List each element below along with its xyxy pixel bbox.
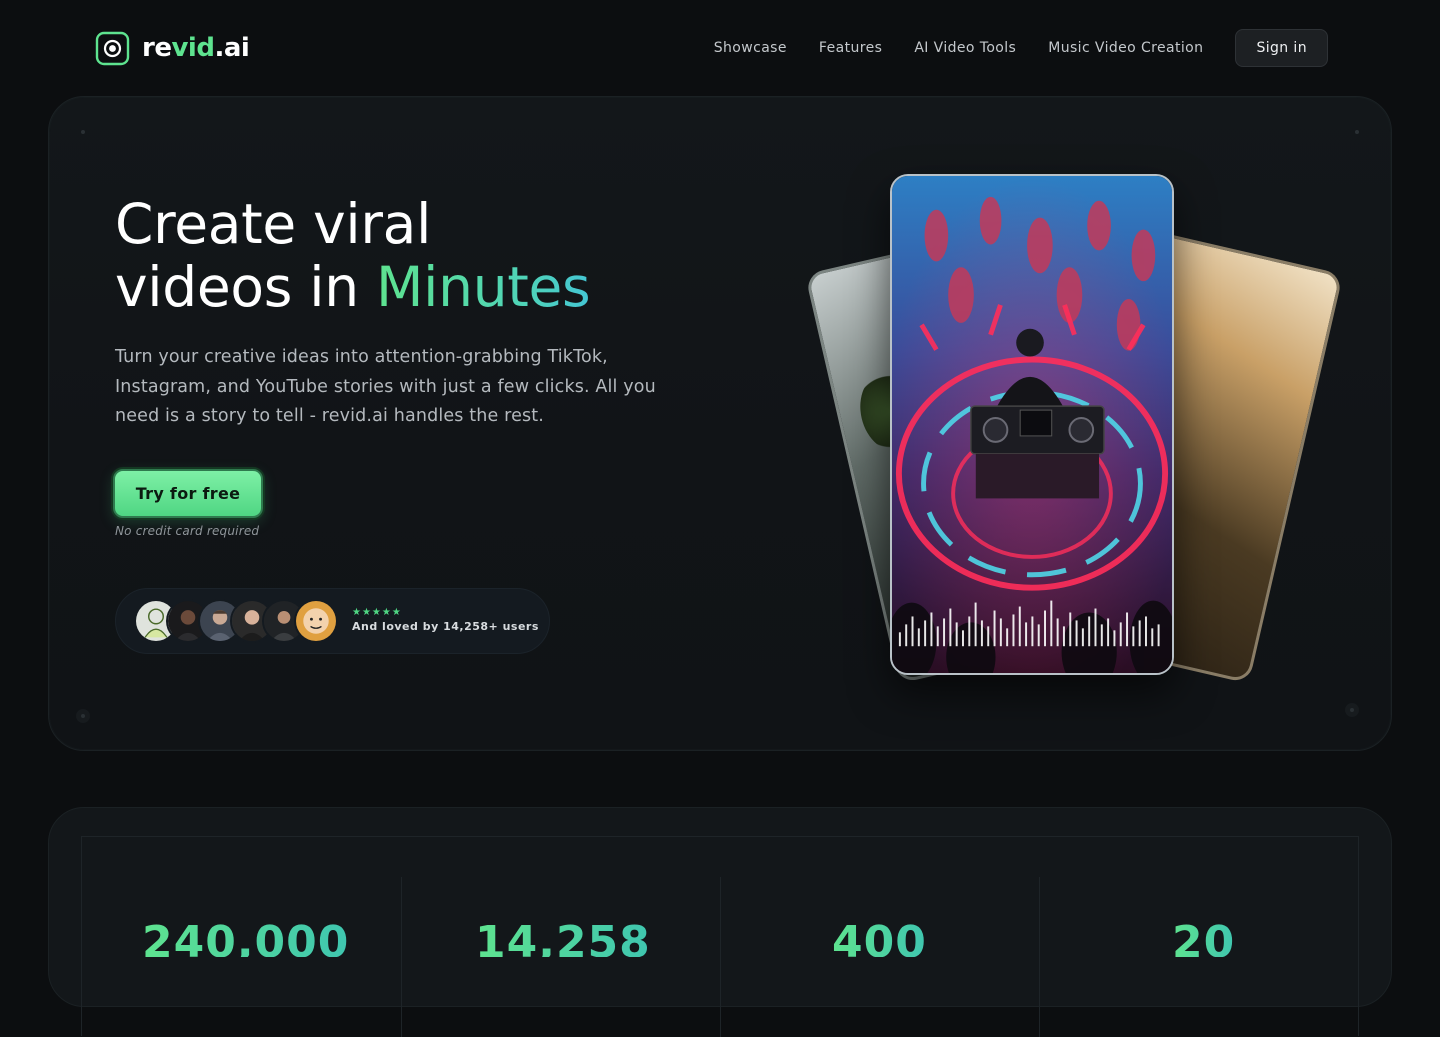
- corner-dot: [1355, 130, 1359, 134]
- nav-links: Showcase Features AI Video Tools Music V…: [714, 29, 1328, 67]
- stat-value: 240,000: [142, 917, 350, 968]
- dj-performance-image: [892, 176, 1172, 673]
- nav-features[interactable]: Features: [819, 40, 882, 56]
- stat-value: 20: [1172, 917, 1236, 968]
- corner-dot: [1345, 703, 1359, 717]
- corner-dot: [81, 130, 85, 134]
- hero-headline: Create viral videos in Minutes: [115, 193, 675, 319]
- stats-section: 240,000 14,258 400 20: [48, 807, 1392, 1037]
- headline-line-2-prefix: videos in: [115, 255, 376, 319]
- sign-in-button[interactable]: Sign in: [1235, 29, 1328, 67]
- stats-divider: [401, 877, 402, 1037]
- hero-card: Create viral videos in Minutes Turn your…: [48, 96, 1392, 751]
- nav-music-video-creation[interactable]: Music Video Creation: [1048, 40, 1203, 56]
- video-preview-card-dj[interactable]: [890, 174, 1174, 675]
- rating-stars: ★★★★★: [352, 607, 402, 618]
- hero-description: Turn your creative ideas into attention-…: [115, 347, 656, 426]
- logo-link[interactable]: revid.ai: [95, 30, 250, 66]
- avatar: [294, 599, 338, 643]
- stats-divider: [1039, 877, 1040, 1037]
- top-navigation: revid.ai Showcase Features AI Video Tool…: [0, 0, 1440, 96]
- corner-dot: [76, 709, 90, 723]
- stats-grid: 240,000 14,258 400 20: [81, 836, 1359, 1037]
- logo-camera-icon: [95, 31, 130, 65]
- nav-ai-video-tools[interactable]: AI Video Tools: [914, 40, 1016, 56]
- headline-accent-word: Minutes: [376, 255, 591, 319]
- user-count-text: And loved by 14,258+ users: [352, 620, 539, 633]
- stats-divider: [720, 877, 721, 1037]
- stat-value: 400: [832, 917, 927, 968]
- nav-showcase[interactable]: Showcase: [714, 40, 787, 56]
- stat-value: 14,258: [475, 917, 651, 968]
- no-credit-card-note: No credit card required: [115, 524, 260, 538]
- headline-line-1: Create viral: [115, 192, 432, 256]
- social-proof-pill: ★★★★★ And loved by 14,258+ users: [115, 588, 550, 654]
- try-for-free-button[interactable]: Try for free: [113, 469, 263, 518]
- logo-wordmark: revid.ai: [142, 33, 250, 63]
